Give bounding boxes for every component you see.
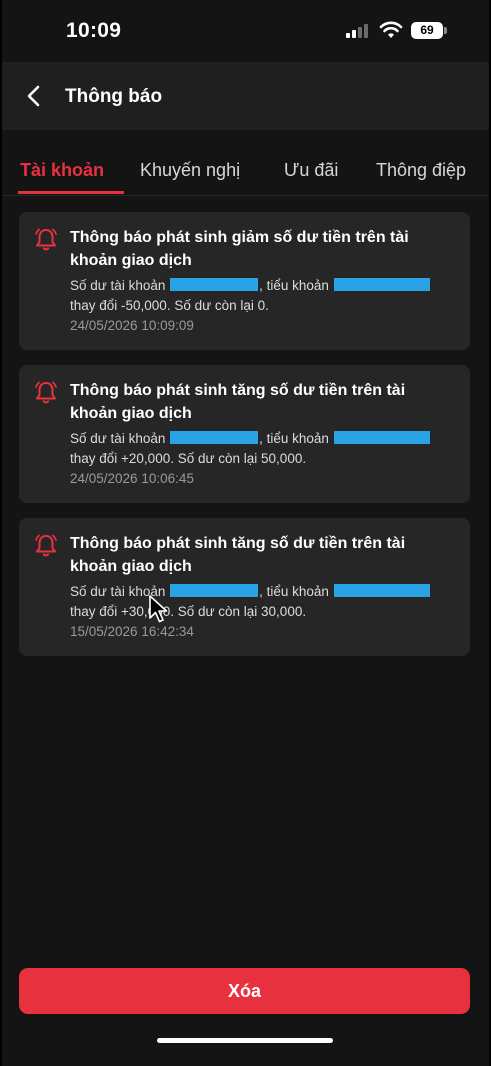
delete-button[interactable]: Xóa bbox=[19, 968, 470, 1014]
notification-body: Số dư tài khoản , tiểu khoản thay đổi +3… bbox=[70, 582, 455, 622]
signal-icon bbox=[346, 24, 372, 38]
redacted-account bbox=[170, 431, 259, 444]
bell-icon bbox=[35, 381, 57, 404]
phone-screen: 10:09 69 Thông báo Tài khoản Khuyến nghị… bbox=[2, 0, 489, 1066]
notification-title: Thông báo phát sinh giảm số dư tiền trên… bbox=[70, 229, 409, 269]
tab-bar: Tài khoản Khuyến nghị Ưu đãi Thông điệp bbox=[2, 130, 489, 196]
notification-time: 24/05/2026 10:09:09 bbox=[70, 318, 194, 333]
page-title: Thông báo bbox=[65, 86, 163, 107]
redacted-subaccount bbox=[333, 584, 430, 597]
notification-title: Thông báo phát sinh tăng số dư tiền trên… bbox=[70, 382, 406, 422]
home-indicator bbox=[157, 1038, 333, 1043]
notification-body: Số dư tài khoản , tiểu khoản thay đổi -5… bbox=[70, 276, 455, 316]
body-suffix: thay đổi +20,000. Số dư còn lại 50,000. bbox=[70, 451, 307, 466]
body-prefix: Số dư tài khoản bbox=[70, 431, 166, 446]
mouse-cursor-icon bbox=[149, 595, 168, 623]
notification-card[interactable]: Thông báo phát sinh tăng số dư tiền trên… bbox=[19, 518, 470, 656]
app-header: Thông báo bbox=[2, 62, 489, 130]
chevron-left-icon[interactable] bbox=[20, 82, 48, 110]
status-bar: 10:09 69 bbox=[2, 0, 489, 62]
tab-uu-dai[interactable]: Ưu đãi bbox=[284, 160, 338, 181]
battery-nub bbox=[444, 27, 447, 34]
notification-time: 15/05/2026 16:42:34 bbox=[70, 624, 194, 639]
tab-thong-diep[interactable]: Thông điệp bbox=[376, 160, 466, 181]
notification-body: Số dư tài khoản , tiểu khoản thay đổi +2… bbox=[70, 429, 455, 469]
body-prefix: Số dư tài khoản bbox=[70, 278, 166, 293]
body-suffix: thay đổi +30,000. Số dư còn lại 30,000. bbox=[70, 604, 307, 619]
redacted-account bbox=[170, 584, 259, 597]
battery-icon: 69 bbox=[411, 22, 443, 39]
redacted-subaccount bbox=[333, 431, 430, 444]
body-middle: , tiểu khoản bbox=[259, 278, 329, 293]
body-middle: , tiểu khoản bbox=[259, 431, 329, 446]
notification-title: Thông báo phát sinh tăng số dư tiền trên… bbox=[70, 535, 406, 575]
bell-icon bbox=[35, 228, 57, 251]
status-time: 10:09 bbox=[66, 19, 122, 42]
body-middle: , tiểu khoản bbox=[259, 584, 329, 599]
redacted-subaccount bbox=[333, 278, 430, 291]
body-suffix: thay đổi -50,000. Số dư còn lại 0. bbox=[70, 298, 269, 313]
wifi-icon bbox=[379, 21, 403, 38]
bell-icon bbox=[35, 534, 57, 557]
active-tab-indicator bbox=[18, 191, 124, 194]
redacted-account bbox=[170, 278, 259, 291]
notification-card[interactable]: Thông báo phát sinh giảm số dư tiền trên… bbox=[19, 212, 470, 350]
notification-card[interactable]: Thông báo phát sinh tăng số dư tiền trên… bbox=[19, 365, 470, 503]
tab-khuyen-nghi[interactable]: Khuyến nghị bbox=[140, 160, 240, 181]
notification-time: 24/05/2026 10:06:45 bbox=[70, 471, 194, 486]
tab-tai-khoan[interactable]: Tài khoản bbox=[20, 160, 104, 181]
